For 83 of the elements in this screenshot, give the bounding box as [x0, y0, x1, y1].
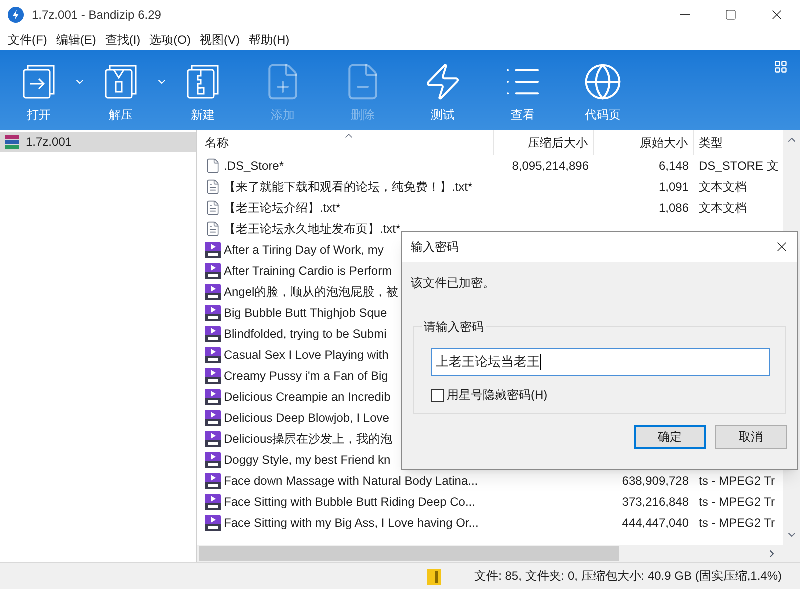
file-name: Angel的脸，顺从的泡泡屁股，被	[224, 284, 399, 300]
toolbar-button[interactable]: 解压	[96, 62, 146, 124]
file-name: Delicious Deep Blowjob, I Love	[224, 410, 390, 426]
layout-icon[interactable]	[774, 60, 788, 74]
dialog-button[interactable]: 确定	[634, 425, 706, 449]
archive-books-icon	[4, 135, 20, 149]
file-type: DS_STORE 文	[699, 158, 779, 174]
app-logo-icon	[8, 7, 24, 23]
menu-item[interactable]: 文件(F)	[4, 31, 52, 49]
original-size: 373,216,848	[622, 494, 689, 510]
file-type: 文本文档	[699, 200, 747, 216]
file-type: ts - MPEG2 Tr	[699, 514, 776, 532]
file-name: After Training Cardio is Perform	[224, 262, 392, 280]
horizontal-scrollbar[interactable]	[197, 545, 800, 562]
video-file-icon	[205, 430, 221, 446]
video-file-icon	[205, 346, 221, 362]
file-type: ts - MPEG2 Tr	[699, 472, 776, 490]
file-name: .DS_Store*	[224, 158, 284, 174]
file-name: 【老王论坛永久地址发布页】.txt*	[224, 220, 401, 238]
toolbar-button[interactable]: 测试	[418, 62, 468, 124]
menu-item[interactable]: 选项(O)	[146, 31, 195, 49]
dialog-message: 该文件已加密。	[411, 275, 496, 292]
column-header[interactable]: 压缩后大小	[494, 130, 594, 155]
video-file-icon	[205, 262, 221, 278]
toolbar-button[interactable]: 打开	[14, 62, 64, 124]
toolbar-button[interactable]: 新建	[178, 62, 228, 124]
video-file-icon	[205, 494, 221, 510]
original-size: 1,091	[658, 178, 689, 196]
video-file-icon	[205, 284, 221, 300]
toolbar-button[interactable]: 查看	[498, 62, 548, 124]
minimize-icon	[680, 14, 690, 16]
globe-icon	[583, 62, 623, 102]
column-header[interactable]: 原始大小	[594, 130, 694, 155]
tree-item[interactable]: 1.7z.001	[0, 132, 196, 152]
file-name: Creamy Pussy i'm a Fan of Big	[224, 368, 388, 384]
text-file-icon	[205, 178, 221, 194]
packed-size: 8,095,214,896	[512, 158, 589, 174]
toolbar-button[interactable]: 代码页	[578, 62, 628, 124]
file-icon	[205, 158, 221, 174]
text-file-icon	[205, 200, 221, 216]
file-name: Delicious Creampie an Incredib	[224, 388, 391, 406]
original-size: 638,909,728	[622, 472, 689, 490]
video-file-icon	[205, 368, 221, 384]
file-name: Face Sitting with Bubble Butt Riding Deep Co...	[224, 494, 476, 510]
video-file-icon	[205, 514, 221, 530]
dialog-button[interactable]: 取消	[715, 425, 787, 449]
status-text: 文件: 85, 文件夹: 0, 压缩包大小: 40.9 GB (固实压缩,1.4%)	[474, 568, 782, 585]
window-title: 1.7z.001 - Bandizip 6.29	[32, 7, 162, 24]
menu-item[interactable]: 编辑(E)	[52, 31, 100, 49]
file-type: ts - MPEG2 Tr	[699, 494, 776, 510]
file-name: After a Tiring Day of Work, my	[224, 242, 384, 258]
menu-item[interactable]: 帮助(H)	[244, 31, 294, 49]
folder-icon	[426, 567, 443, 585]
file-name: Blindfolded, trying to be Submi	[224, 326, 387, 342]
original-size: 1,086	[658, 200, 689, 216]
file-name: Face down Massage with Natural Body Latina...	[224, 472, 478, 490]
file-name: Delicious操屄在沙发上，我的泡	[224, 430, 393, 448]
menu-item[interactable]: 视图(V)	[196, 31, 244, 49]
file-name: 【老王论坛介绍】.txt*	[224, 200, 341, 216]
video-file-icon	[205, 242, 221, 258]
video-file-icon	[205, 472, 221, 488]
column-header[interactable]: 类型	[694, 130, 783, 155]
hide-password-checkbox[interactable]: 用星号隐藏密码(H)	[431, 386, 548, 404]
video-file-icon	[205, 326, 221, 342]
menu-item[interactable]: 查找(I)	[101, 31, 145, 49]
file-name: Big Bubble Butt Thighjob Sque	[224, 304, 388, 322]
column-header[interactable]: 名称	[197, 130, 494, 155]
video-file-icon	[205, 388, 221, 404]
file-name: Doggy Style, my best Friend kn	[224, 452, 391, 468]
dialog-title: 输入密码	[411, 239, 459, 256]
group-label: 请输入密码	[422, 318, 486, 336]
video-file-icon	[205, 304, 221, 320]
file-name: Face Sitting with my Big Ass, I Love having Or...	[224, 514, 479, 532]
file-type: 文本文档	[699, 178, 747, 196]
text-file-icon	[205, 220, 221, 236]
original-size: 444,447,040	[622, 514, 689, 532]
original-size: 6,148	[658, 158, 689, 174]
maximize-icon	[725, 9, 737, 21]
file-name: Casual Sex I Love Playing with	[224, 346, 389, 364]
password-field[interactable]: 上老王论坛当老王	[431, 348, 770, 376]
file-name: 【来了就能下载和观看的论坛，纯免费！】.txt*	[224, 178, 473, 196]
video-file-icon	[205, 410, 221, 426]
video-file-icon	[205, 452, 221, 468]
